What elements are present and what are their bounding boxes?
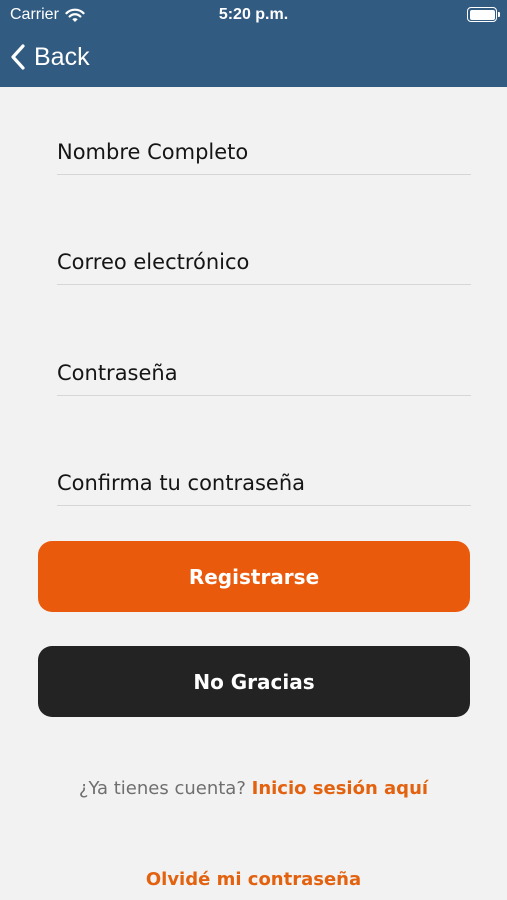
login-question: ¿Ya tienes cuenta? [78, 778, 246, 799]
password-placeholder: Contraseña [57, 361, 178, 385]
login-prompt: ¿Ya tienes cuenta? Inicio sesión aquí [0, 778, 507, 799]
no-thanks-button[interactable]: No Gracias [38, 646, 470, 717]
full-name-placeholder: Nombre Completo [57, 140, 249, 164]
chevron-left-icon [11, 44, 25, 70]
full-name-field[interactable]: Nombre Completo [57, 131, 471, 175]
status-time: 5:20 p.m. [218, 6, 289, 23]
email-field[interactable]: Correo electrónico [57, 241, 471, 285]
login-link[interactable]: Inicio sesión aquí [252, 778, 428, 799]
register-button[interactable]: Registrarse [38, 541, 470, 612]
status-bar: Carrier 5:20 p.m. [0, 0, 507, 32]
password-field[interactable]: Contraseña [57, 352, 471, 396]
email-placeholder: Correo electrónico [57, 250, 250, 274]
battery-icon [467, 7, 500, 22]
forgot-password-link[interactable]: Olvidé mi contraseña [0, 869, 507, 890]
confirm-password-placeholder: Confirma tu contraseña [57, 471, 306, 495]
back-button[interactable]: Back [10, 40, 90, 74]
back-label: Back [34, 42, 90, 71]
confirm-password-field[interactable]: Confirma tu contraseña [57, 462, 471, 506]
navigation-header: Carrier 5:20 p.m. Back [0, 0, 507, 87]
